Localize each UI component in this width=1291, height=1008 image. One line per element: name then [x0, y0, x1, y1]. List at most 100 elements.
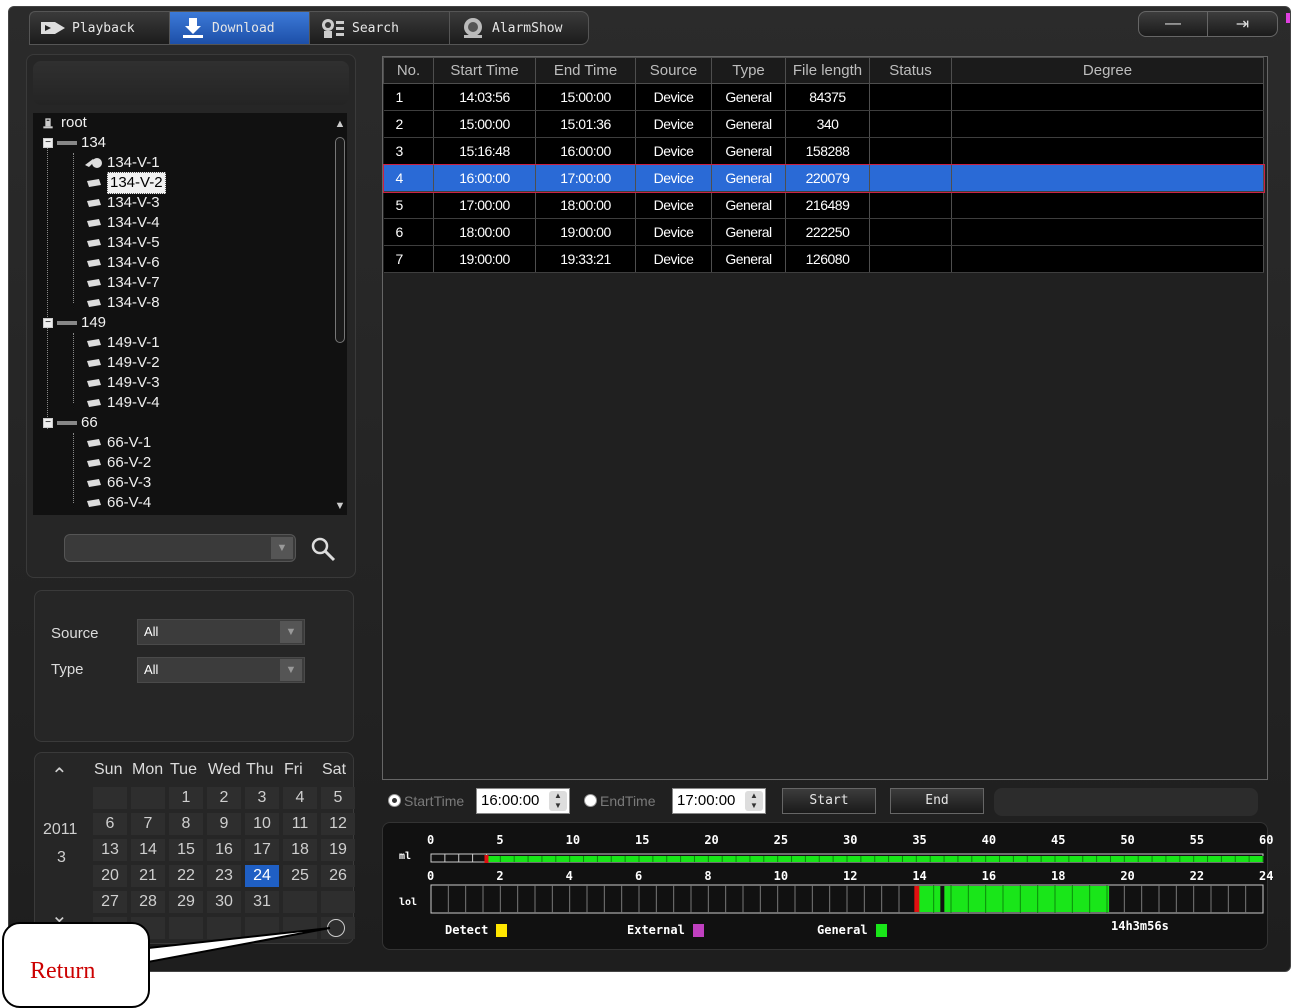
tree-item-134-v-2[interactable]: 134-V-2: [85, 172, 166, 194]
calendar-day[interactable]: 29: [169, 891, 203, 913]
dropdown-arrow-icon[interactable]: ▼: [280, 659, 302, 681]
end-time-radio[interactable]: [584, 794, 597, 807]
tree-item-149-v-1[interactable]: 149-V-1: [85, 333, 160, 353]
tree-item-134-v-6[interactable]: 134-V-6: [85, 253, 160, 273]
calendar-day[interactable]: 16: [207, 839, 241, 861]
scroll-down-icon[interactable]: ▼: [333, 499, 347, 513]
exit-button[interactable]: ⇥: [1208, 11, 1278, 37]
tree-root[interactable]: root: [39, 113, 87, 133]
search-button[interactable]: [308, 534, 338, 564]
table-row[interactable]: 5 17:00:00 18:00:00 Device General 216489: [383, 191, 1264, 219]
filter-panel: Source All ▼ Type All ▼: [34, 590, 354, 742]
calendar-day[interactable]: 30: [207, 891, 241, 913]
col-header-status[interactable]: Status: [869, 57, 952, 84]
col-header-no[interactable]: No.: [383, 57, 434, 84]
tree-scrollbar[interactable]: ▲ ▼: [333, 113, 347, 515]
return-button[interactable]: [327, 919, 345, 937]
tree-item-149-v-2[interactable]: 149-V-2: [85, 353, 160, 373]
calendar-day[interactable]: 4: [283, 787, 317, 809]
calendar-day[interactable]: 7: [131, 813, 165, 835]
spinner-icon[interactable]: ▲ ▼: [745, 791, 763, 811]
minimize-button[interactable]: —: [1138, 11, 1208, 37]
tree-group-134[interactable]: − 134: [43, 133, 106, 153]
calendar-day[interactable]: 11: [283, 813, 317, 835]
tree-item-149-v-4[interactable]: 149-V-4: [85, 393, 160, 413]
end-download-button[interactable]: End: [890, 788, 984, 814]
calendar-day[interactable]: 2: [207, 787, 241, 809]
calendar-day[interactable]: 14: [131, 839, 165, 861]
calendar-day[interactable]: 25: [283, 865, 317, 887]
col-header-start-time[interactable]: Start Time: [433, 57, 536, 84]
tree-item-134-v-4[interactable]: 134-V-4: [85, 213, 160, 233]
calendar-day[interactable]: 21: [131, 865, 165, 887]
device-search-input[interactable]: [65, 535, 265, 561]
end-time-input[interactable]: 17:00:00 ▲ ▼: [672, 788, 766, 814]
calendar-day[interactable]: 24: [245, 865, 279, 887]
collapse-icon[interactable]: −: [43, 138, 53, 148]
tab-search[interactable]: Search: [309, 11, 449, 45]
calendar-day[interactable]: 15: [169, 839, 203, 861]
calendar-day[interactable]: 10: [245, 813, 279, 835]
calendar-day[interactable]: 5: [321, 787, 355, 809]
table-row[interactable]: 2 15:00:00 15:01:36 Device General 340: [383, 110, 1264, 138]
scroll-up-icon[interactable]: ▲: [333, 117, 347, 131]
table-row[interactable]: 3 15:16:48 16:00:00 Device General 158288: [383, 137, 1264, 165]
dropdown-arrow-icon[interactable]: ▼: [271, 537, 293, 559]
tab-download[interactable]: Download: [169, 11, 309, 45]
collapse-icon[interactable]: −: [43, 418, 53, 428]
table-row[interactable]: 6 18:00:00 19:00:00 Device General 222250: [383, 218, 1264, 246]
col-header-end-time[interactable]: End Time: [535, 57, 636, 84]
table-row[interactable]: 1 14:03:56 15:00:00 Device General 84375: [383, 83, 1264, 111]
col-header-source[interactable]: Source: [635, 57, 712, 84]
tab-alarmshow[interactable]: AlarmShow: [449, 11, 589, 45]
tree-group-66[interactable]: − 66: [43, 413, 98, 433]
type-select[interactable]: All ▼: [137, 657, 305, 683]
calendar-day[interactable]: 13: [93, 839, 127, 861]
calendar-day[interactable]: 26: [321, 865, 355, 887]
tree-item-66-v-1[interactable]: 66-V-1: [85, 433, 151, 453]
tree-item-134-v-1[interactable]: 134-V-1: [85, 153, 160, 173]
tree-item-134-v-7[interactable]: 134-V-7: [85, 273, 160, 293]
source-select[interactable]: All ▼: [137, 619, 305, 645]
tree-item-149-v-3[interactable]: 149-V-3: [85, 373, 160, 393]
calendar-day[interactable]: 8: [169, 813, 203, 835]
table-cell: 222250: [785, 218, 870, 246]
calendar-day[interactable]: 31: [245, 891, 279, 913]
calendar-day[interactable]: 27: [93, 891, 127, 913]
collapse-icon[interactable]: −: [43, 318, 53, 328]
prev-month-icon[interactable]: ⌃: [51, 763, 68, 788]
dropdown-arrow-icon[interactable]: ▼: [280, 621, 302, 643]
start-download-button[interactable]: Start: [782, 788, 876, 814]
calendar-day[interactable]: 12: [321, 813, 355, 835]
start-time-radio[interactable]: [388, 794, 401, 807]
calendar-day[interactable]: 1: [169, 787, 203, 809]
calendar-day[interactable]: 18: [283, 839, 317, 861]
scroll-thumb[interactable]: [335, 137, 345, 343]
tree-item-134-v-5[interactable]: 134-V-5: [85, 233, 160, 253]
start-time-input[interactable]: 16:00:00 ▲ ▼: [476, 788, 570, 814]
tab-playback[interactable]: Playback: [29, 11, 169, 45]
col-header-degree[interactable]: Degree: [951, 57, 1264, 84]
calendar-day[interactable]: 19: [321, 839, 355, 861]
tree-item-66-v-4[interactable]: 66-V-4: [85, 493, 151, 513]
calendar-day[interactable]: 9: [207, 813, 241, 835]
calendar-day[interactable]: 6: [93, 813, 127, 835]
table-row[interactable]: 7 19:00:00 19:33:21 Device General 126080: [383, 245, 1264, 273]
table-cell: Device: [635, 137, 712, 165]
table-row[interactable]: 4 16:00:00 17:00:00 Device General 220079: [382, 163, 1265, 193]
tree-item-66-v-3[interactable]: 66-V-3: [85, 473, 151, 493]
tree-item-134-v-8[interactable]: 134-V-8: [85, 293, 160, 313]
device-search-combo[interactable]: ▼: [64, 534, 296, 562]
calendar-day[interactable]: 23: [207, 865, 241, 887]
spinner-icon[interactable]: ▲ ▼: [549, 791, 567, 811]
calendar-day[interactable]: 28: [131, 891, 165, 913]
calendar-day[interactable]: 17: [245, 839, 279, 861]
calendar-day[interactable]: 3: [245, 787, 279, 809]
calendar-day[interactable]: 22: [169, 865, 203, 887]
tree-item-134-v-3[interactable]: 134-V-3: [85, 193, 160, 213]
col-header-file-length[interactable]: File length: [785, 57, 870, 84]
tree-group-149[interactable]: − 149: [43, 313, 106, 333]
col-header-type[interactable]: Type: [711, 57, 786, 84]
tree-item-66-v-2[interactable]: 66-V-2: [85, 453, 151, 473]
calendar-day[interactable]: 20: [93, 865, 127, 887]
